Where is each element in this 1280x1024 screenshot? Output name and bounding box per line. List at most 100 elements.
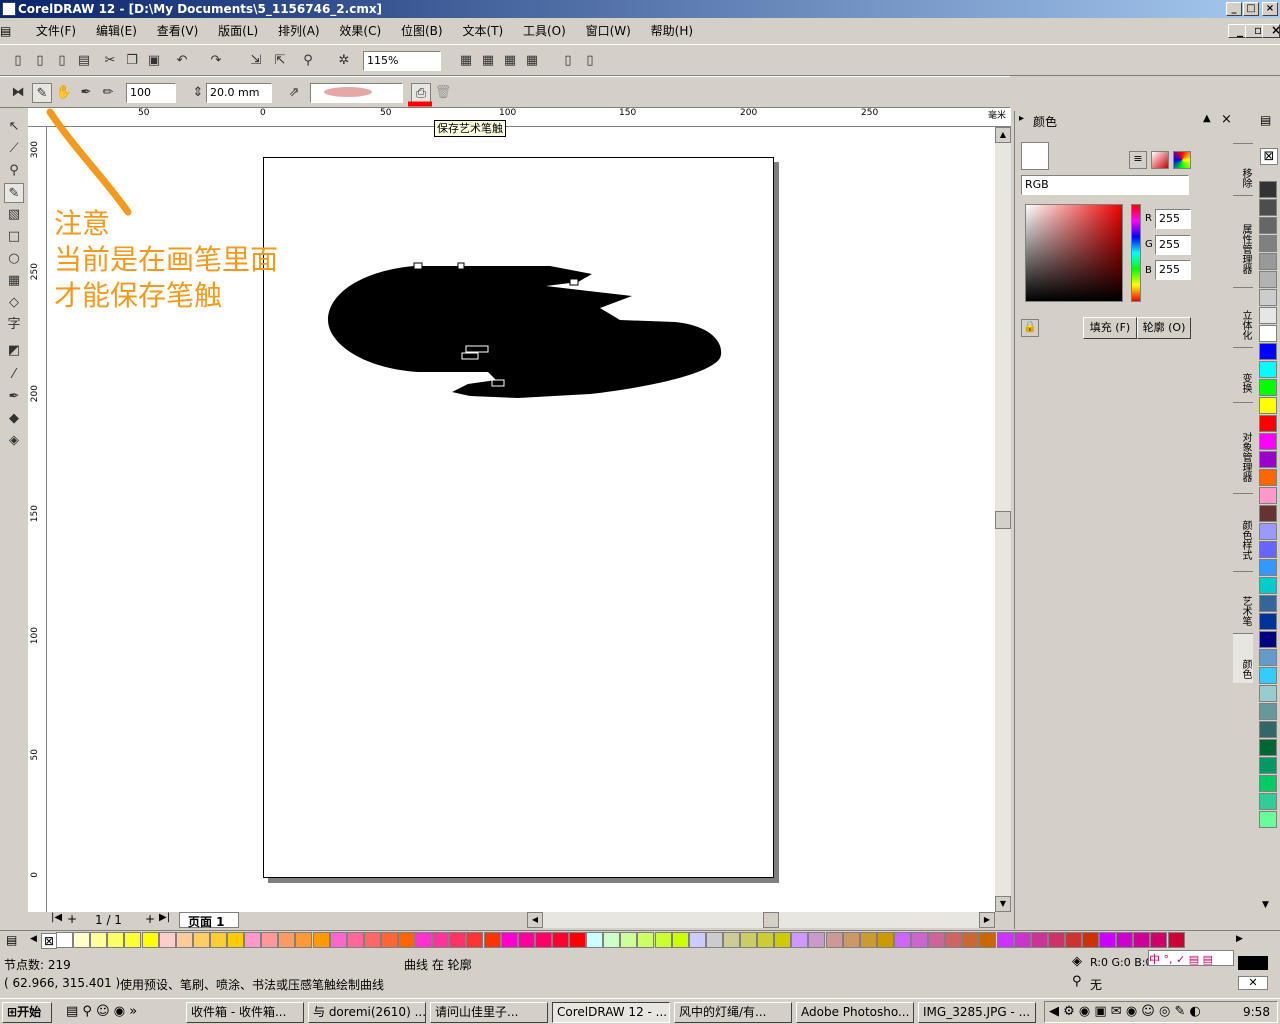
palette-swatch[interactable] xyxy=(1259,775,1277,792)
menu-edit[interactable]: 编辑(E) xyxy=(88,19,145,43)
pick-tool-icon[interactable]: ↖ xyxy=(4,117,24,137)
start-button[interactable]: ⊞开始 xyxy=(2,1002,52,1023)
palette-swatch[interactable] xyxy=(363,932,381,948)
palette-swatch[interactable] xyxy=(432,932,450,948)
tab-artistic-media[interactable]: 艺术笔 xyxy=(1233,571,1253,629)
calligraphic-icon[interactable]: ✒ xyxy=(76,83,96,103)
palette-swatch[interactable] xyxy=(346,932,364,948)
palette-swatch[interactable] xyxy=(1259,379,1277,396)
palette-swatch[interactable] xyxy=(175,932,193,948)
palette-swatch[interactable] xyxy=(73,932,91,948)
menu-effects[interactable]: 效果(C) xyxy=(331,19,389,43)
scroll-h-thumb[interactable] xyxy=(763,912,779,928)
palette-swatch[interactable] xyxy=(893,932,911,948)
palette-right-icon[interactable]: ▶ xyxy=(1236,934,1243,944)
palette-swatch[interactable] xyxy=(466,932,484,948)
palette-swatch[interactable] xyxy=(586,932,604,948)
palette-swatch[interactable] xyxy=(671,932,689,948)
palette-swatch[interactable] xyxy=(688,932,706,948)
palette-swatch[interactable] xyxy=(1259,415,1277,432)
palette-swatch[interactable] xyxy=(1259,271,1277,288)
stroke-width-input[interactable]: 20.0 mm xyxy=(206,83,272,103)
smoothing-input[interactable]: 100 xyxy=(126,83,176,103)
save-icon[interactable]: ▯ xyxy=(52,51,72,71)
menu-bitmaps[interactable]: 位图(B) xyxy=(393,19,451,43)
vertical-scrollbar[interactable]: ▲ ▼ xyxy=(995,127,1011,912)
last-page-icon[interactable]: ▶| xyxy=(159,912,170,923)
scroll-up-icon[interactable]: ▲ xyxy=(995,127,1011,143)
palette-swatch[interactable] xyxy=(1259,505,1277,522)
page-icon[interactable]: ▯ xyxy=(558,51,578,71)
tab-color-styles[interactable]: 颜色样式 xyxy=(1233,493,1253,565)
menu-view[interactable]: 查看(V) xyxy=(149,19,207,43)
palette-swatch[interactable] xyxy=(757,932,775,948)
palette-swatch[interactable] xyxy=(876,932,894,948)
task-inbox[interactable]: 收件箱 - 收件箱... xyxy=(186,1002,304,1023)
palette-swatch[interactable] xyxy=(1133,932,1151,948)
color-palettes-icon[interactable] xyxy=(1173,151,1191,169)
copy-icon[interactable]: ❐ xyxy=(122,51,142,71)
basic-shapes-icon[interactable]: ◇ xyxy=(4,293,24,313)
palette-swatch[interactable] xyxy=(1259,595,1277,612)
print-icon[interactable]: ▤ xyxy=(74,51,94,71)
palette-swatch[interactable] xyxy=(928,932,946,948)
palette-swatch[interactable] xyxy=(415,932,433,948)
palette-swatch[interactable] xyxy=(141,932,159,948)
palette-swatch[interactable] xyxy=(1259,217,1277,234)
g-input[interactable]: 255 xyxy=(1155,235,1191,255)
paste-icon[interactable]: ▣ xyxy=(144,51,164,71)
horizontal-ruler[interactable]: 50 0 50 100 150 200 250 毫米 xyxy=(28,108,1011,127)
docker-collapse-icon[interactable]: ▲ xyxy=(1203,113,1211,124)
outline-tool-icon[interactable]: ✒ xyxy=(4,387,24,407)
menu-tools[interactable]: 工具(O) xyxy=(515,19,574,43)
open-icon[interactable]: ▯ xyxy=(30,51,50,71)
palette-swatch[interactable] xyxy=(209,932,227,948)
palette-swatch[interactable] xyxy=(1167,932,1185,948)
palette-swatch[interactable] xyxy=(842,932,860,948)
tab-object-manager[interactable]: 对象管理器 xyxy=(1233,402,1253,490)
palette-swatch[interactable] xyxy=(244,932,262,948)
palette-left-icon[interactable]: ◀ xyxy=(30,934,37,944)
fill-button[interactable]: 填充 (F) xyxy=(1083,317,1137,339)
close-button[interactable]: × xyxy=(1262,2,1278,16)
tab-transform[interactable]: 变换 xyxy=(1233,347,1253,397)
pressure-icon[interactable]: ✏ xyxy=(98,83,118,103)
bottom-no-color-icon[interactable]: ⊠ xyxy=(41,933,57,949)
palette-swatch[interactable] xyxy=(398,932,415,948)
palette-swatch[interactable] xyxy=(722,932,740,948)
palette-swatch[interactable] xyxy=(962,932,980,948)
options-icon[interactable]: ▦ xyxy=(456,51,476,71)
palette-swatch[interactable] xyxy=(774,932,792,948)
palette-scroll-icon[interactable]: ▼ xyxy=(1262,900,1269,910)
palette-swatch[interactable] xyxy=(517,932,535,948)
palette-swatch[interactable] xyxy=(1259,397,1277,414)
palette-swatch[interactable] xyxy=(278,932,296,948)
scroll-thumb[interactable] xyxy=(995,511,1011,529)
fill-tool-icon[interactable]: ◆ xyxy=(4,409,24,429)
palette-swatch[interactable] xyxy=(107,932,125,948)
eyedropper-icon[interactable]: ⁄ xyxy=(4,365,24,385)
redo-icon[interactable]: ↷ xyxy=(206,51,226,71)
task-image[interactable]: IMG_3285.JPG - ... xyxy=(918,1002,1036,1023)
palette-swatch[interactable] xyxy=(1259,433,1277,450)
palette-swatch[interactable] xyxy=(1259,181,1277,198)
menu-help[interactable]: 帮助(H) xyxy=(643,19,701,43)
grid-icon[interactable]: ▦ xyxy=(522,51,542,71)
launcher-icon[interactable]: ⚲ xyxy=(298,51,318,71)
palette-swatch[interactable] xyxy=(312,932,330,948)
palette-swatch[interactable] xyxy=(380,932,398,948)
quicklaunch-icons[interactable]: ▤ ⚲ ☺ ◉ » xyxy=(66,1004,137,1019)
add-page-icon[interactable]: + xyxy=(67,912,77,926)
palette-swatch[interactable] xyxy=(551,932,569,948)
palette-swatch[interactable] xyxy=(945,932,963,948)
palette-swatch[interactable] xyxy=(56,932,73,948)
palette-swatch[interactable] xyxy=(158,932,176,948)
palette-swatch[interactable] xyxy=(1259,631,1277,648)
palette-swatch[interactable] xyxy=(1259,199,1277,216)
palette-swatch[interactable] xyxy=(1259,541,1277,558)
palette-swatch[interactable] xyxy=(569,932,586,948)
palette-swatch[interactable] xyxy=(1259,523,1277,540)
add-page-after-icon[interactable]: + xyxy=(145,912,155,926)
palette-swatch[interactable] xyxy=(603,932,621,948)
ime-bar[interactable]: 中 °, ✓ ▤ ▤ xyxy=(1148,950,1234,966)
